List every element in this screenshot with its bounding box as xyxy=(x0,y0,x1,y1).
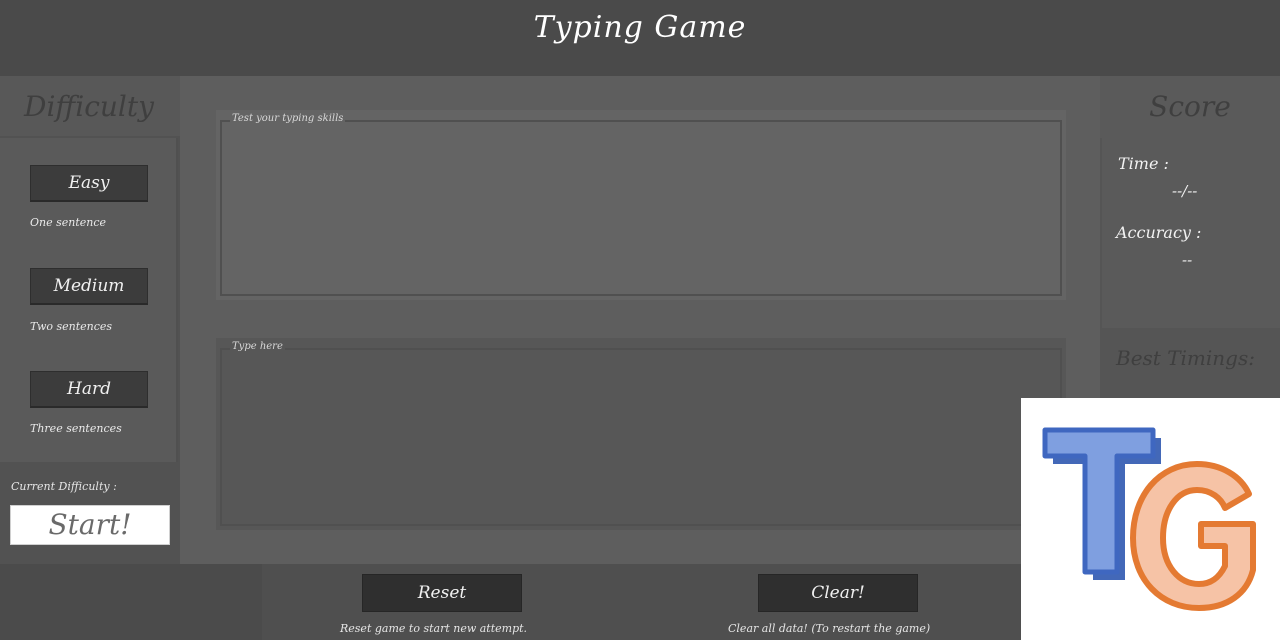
footer-controls: Reset Reset game to start new attempt. C… xyxy=(262,564,1022,640)
easy-button[interactable]: Easy xyxy=(30,165,148,202)
prompt-panel: Test your typing skills xyxy=(216,110,1066,300)
best-timings-label: Best Timings: xyxy=(1116,346,1255,370)
tg-logo-icon xyxy=(1042,427,1256,611)
medium-button[interactable]: Medium xyxy=(30,268,148,305)
accuracy-value: -- xyxy=(1182,251,1193,269)
clear-button[interactable]: Clear! xyxy=(758,574,918,612)
hard-button[interactable]: Hard xyxy=(30,371,148,408)
input-legend: Type here xyxy=(230,341,285,352)
prompt-text-area: Test your typing skills xyxy=(220,113,1062,296)
header: Typing Game xyxy=(0,0,1280,76)
easy-description: One sentence xyxy=(30,216,107,229)
difficulty-panel: Difficulty Easy One sentence Medium Two … xyxy=(0,76,180,564)
medium-description: Two sentences xyxy=(30,320,113,333)
score-heading: Score xyxy=(1100,76,1280,138)
current-difficulty-label: Current Difficulty : xyxy=(11,480,117,493)
time-value: --/-- xyxy=(1172,182,1198,200)
typing-input[interactable]: Type here xyxy=(220,341,1062,526)
reset-button[interactable]: Reset xyxy=(362,574,522,612)
main-area: Test your typing skills Type here xyxy=(180,76,1100,564)
clear-hint: Clear all data! (To restart the game) xyxy=(728,622,931,635)
time-label: Time : xyxy=(1118,154,1169,173)
prompt-legend: Test your typing skills xyxy=(230,113,346,124)
app-title: Typing Game xyxy=(533,10,747,45)
score-box: Time : --/-- Accuracy : -- xyxy=(1102,138,1280,328)
start-button[interactable]: Start! xyxy=(10,505,170,545)
input-panel: Type here xyxy=(216,338,1066,530)
difficulty-heading: Difficulty xyxy=(0,76,180,136)
accuracy-label: Accuracy : xyxy=(1116,223,1202,242)
hard-description: Three sentences xyxy=(30,422,122,435)
difficulty-options: Easy One sentence Medium Two sentences H… xyxy=(0,138,178,462)
tg-logo xyxy=(1021,398,1280,640)
reset-hint: Reset game to start new attempt. xyxy=(340,622,528,635)
